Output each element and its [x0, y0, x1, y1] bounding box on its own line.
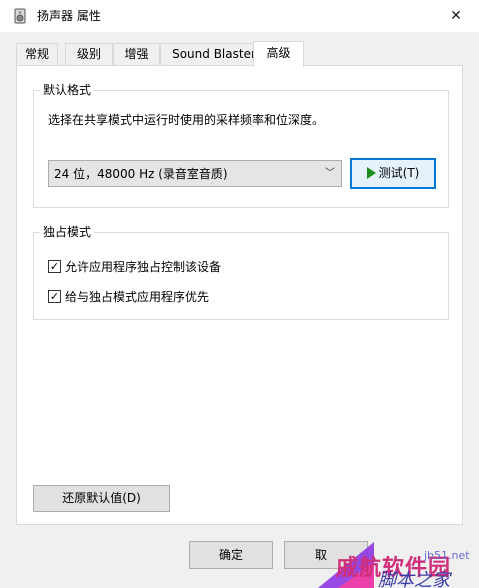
tab-enhancements[interactable]: 增强: [113, 43, 160, 66]
tab-sound-blaster[interactable]: Sound Blaster: [160, 43, 268, 66]
test-button-label: 测试(T): [378, 166, 420, 180]
window-title: 扬声器 属性: [37, 9, 101, 23]
tab-general[interactable]: 常规: [16, 43, 58, 66]
ok-button[interactable]: 确定: [189, 541, 273, 569]
exclusive-priority-label: 给与独占模式应用程序优先: [65, 290, 210, 304]
allow-exclusive-checkbox[interactable]: ✓: [48, 260, 61, 273]
watermark-text-3: jb51.net: [424, 549, 470, 562]
default-format-description: 选择在共享模式中运行时使用的采样频率和位深度。: [48, 113, 325, 127]
speaker-icon: [14, 8, 26, 24]
tab-strip: 常规 级别 增强 Sound Blaster 高级: [16, 41, 476, 67]
tab-advanced[interactable]: 高级: [253, 41, 304, 67]
exclusive-mode-group: 独占模式 ✓ 允许应用程序独占控制该设备 ✓ 给与独占模式应用程序优先: [33, 224, 449, 320]
format-dropdown-value: 24 位，48000 Hz (录音室音质): [54, 167, 228, 181]
chevron-down-icon: ﹀: [325, 168, 335, 179]
exclusive-mode-title: 独占模式: [40, 224, 95, 240]
tab-panel-advanced: 默认格式 选择在共享模式中运行时使用的采样频率和位深度。 24 位，48000 …: [16, 65, 463, 525]
play-icon: [366, 167, 376, 179]
exclusive-priority-option[interactable]: ✓ 给与独占模式应用程序优先: [48, 289, 348, 305]
close-button[interactable]: ✕: [433, 0, 479, 32]
title-bar: 扬声器 属性 ✕: [0, 0, 479, 32]
test-button[interactable]: 测试(T): [350, 158, 436, 189]
default-format-title: 默认格式: [40, 82, 95, 98]
close-icon: ✕: [450, 8, 462, 24]
watermark-text-2: 脚本之家: [378, 570, 450, 588]
exclusive-priority-checkbox[interactable]: ✓: [48, 290, 61, 303]
allow-exclusive-option[interactable]: ✓ 允许应用程序独占控制该设备: [48, 259, 348, 275]
format-dropdown[interactable]: 24 位，48000 Hz (录音室音质) ﹀: [48, 160, 342, 187]
allow-exclusive-label: 允许应用程序独占控制该设备: [65, 260, 222, 274]
default-format-group: 默认格式 选择在共享模式中运行时使用的采样频率和位深度。 24 位，48000 …: [33, 82, 449, 208]
tab-levels[interactable]: 级别: [65, 43, 113, 66]
restore-defaults-button[interactable]: 还原默认值(D): [33, 485, 170, 512]
